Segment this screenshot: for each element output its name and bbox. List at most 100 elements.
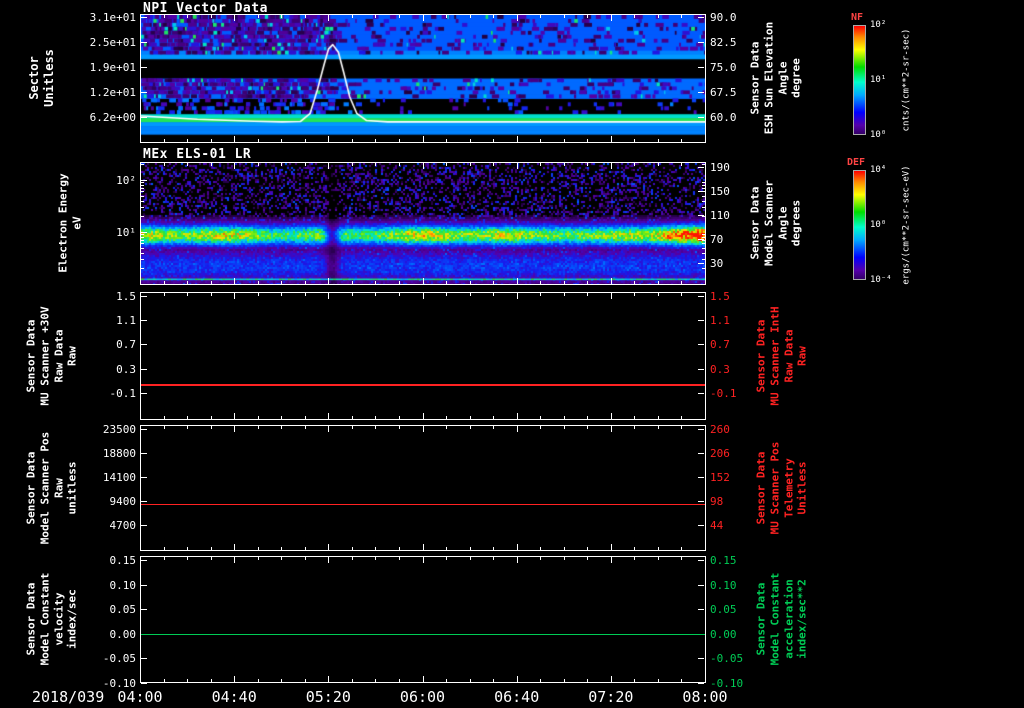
tick-mark <box>446 139 448 142</box>
tick-mark <box>375 15 377 18</box>
panel-title-els: MEx ELS-01 LR <box>143 147 252 162</box>
tick-mark <box>141 320 147 322</box>
tick-mark <box>398 163 400 166</box>
tick-mark <box>422 676 424 682</box>
tick-mark <box>140 278 141 284</box>
science-plot-screen: NPI Vector Data MEx ELS-01 LR Sector Uni… <box>0 0 1024 708</box>
tick-mark <box>702 240 705 241</box>
tick-mark <box>634 679 636 682</box>
tick-mark <box>304 15 306 18</box>
tick-mark <box>681 15 683 18</box>
tick-mark <box>375 293 377 296</box>
tick-mark <box>281 426 283 429</box>
y-axis-tick-label: 4700 <box>109 518 137 532</box>
tick-mark <box>446 163 448 166</box>
tick-mark <box>634 426 636 429</box>
tick-mark <box>702 234 705 236</box>
tick-mark <box>610 676 612 682</box>
tick-mark <box>281 163 283 166</box>
tick-mark <box>698 683 704 684</box>
model-constant-line-panel <box>140 556 706 683</box>
colorbar-tick-label: 10⁰ <box>870 130 887 140</box>
y-axis-tick-label: 18800 <box>102 446 136 460</box>
y-axis-tick-label: 0.10 <box>109 578 137 592</box>
tick-mark <box>469 679 471 682</box>
tick-mark <box>702 259 705 261</box>
tick-mark <box>446 426 448 429</box>
tick-mark <box>304 416 306 419</box>
tick-mark <box>493 557 495 560</box>
y-axis-tick-label: 1.2e+01 <box>89 86 136 100</box>
y-axis-tick-label: 1.5 <box>710 289 730 303</box>
tick-mark <box>141 524 147 526</box>
tick-mark <box>141 393 147 395</box>
tick-mark <box>234 426 236 432</box>
colorbar-tick-label: 10⁰ <box>870 220 887 230</box>
y-axis-tick-label: 1.5 <box>116 289 136 303</box>
tick-mark <box>187 557 189 560</box>
tick-mark <box>657 281 659 284</box>
tick-mark <box>351 293 353 296</box>
y-axis-tick-label: 10¹ <box>116 225 136 239</box>
tick-mark <box>398 557 400 560</box>
tick-mark <box>681 679 683 682</box>
colorbar-nf-unit-label: cnts/(cm**2-sr-sec) <box>901 28 912 132</box>
tick-mark <box>304 293 306 296</box>
tick-mark <box>698 368 704 370</box>
tick-mark <box>493 15 495 18</box>
tick-mark <box>375 416 377 419</box>
tick-mark <box>351 547 353 550</box>
tick-mark <box>698 428 704 430</box>
tick-mark <box>140 136 141 142</box>
tick-mark <box>422 413 424 419</box>
tick-mark <box>375 547 377 550</box>
tick-mark <box>702 164 705 166</box>
tick-mark <box>705 676 706 682</box>
colorbar-nf-title: NF <box>851 12 864 23</box>
tick-mark <box>375 557 377 560</box>
tick-mark <box>563 426 565 429</box>
tick-mark <box>398 281 400 284</box>
tick-mark <box>634 293 636 296</box>
tick-mark <box>328 426 330 432</box>
tick-mark <box>493 679 495 682</box>
tick-mark <box>140 15 141 21</box>
npi-spectrogram-canvas <box>141 15 705 142</box>
tick-mark <box>702 268 705 270</box>
tick-mark <box>493 163 495 166</box>
tick-mark <box>587 15 589 18</box>
tick-mark <box>422 293 424 299</box>
tick-mark <box>210 547 212 550</box>
tick-mark <box>234 278 236 284</box>
tick-mark <box>141 240 144 241</box>
y-axis-tick-label: 150 <box>710 185 730 199</box>
y-axis-tick-label: 9400 <box>109 494 137 508</box>
tick-mark <box>398 426 400 429</box>
tick-mark <box>516 163 518 169</box>
y-axis-tick-label: -0.05 <box>710 652 744 666</box>
tick-mark <box>698 584 704 586</box>
y-axis-tick-label: 0.3 <box>116 362 136 376</box>
tick-mark <box>634 139 636 142</box>
tick-mark <box>516 557 518 563</box>
tick-mark <box>304 139 306 142</box>
tick-mark <box>540 679 542 682</box>
tick-mark <box>587 139 589 142</box>
colorbar-tick-label: 10¹ <box>870 75 887 85</box>
tick-mark <box>163 416 165 419</box>
tick-mark <box>398 15 400 18</box>
mu-scanner-line-panel <box>140 292 706 420</box>
y-axis-tick-label: -0.05 <box>102 652 136 666</box>
x-axis-tick-label: 06:40 <box>494 688 540 706</box>
right-axis-label-mu-scanner-inth: Sensor Data MU Scanner IntH Raw Data Raw <box>754 306 809 406</box>
data-line <box>141 633 705 636</box>
tick-mark <box>516 136 518 142</box>
tick-mark <box>141 231 147 233</box>
tick-mark <box>257 15 259 18</box>
tick-mark <box>516 278 518 284</box>
y-axis-tick-label: 10² <box>116 173 136 187</box>
tick-mark <box>610 293 612 299</box>
tick-mark <box>698 609 704 611</box>
y-axis-tick-label: 0.00 <box>710 627 737 641</box>
tick-mark <box>493 416 495 419</box>
